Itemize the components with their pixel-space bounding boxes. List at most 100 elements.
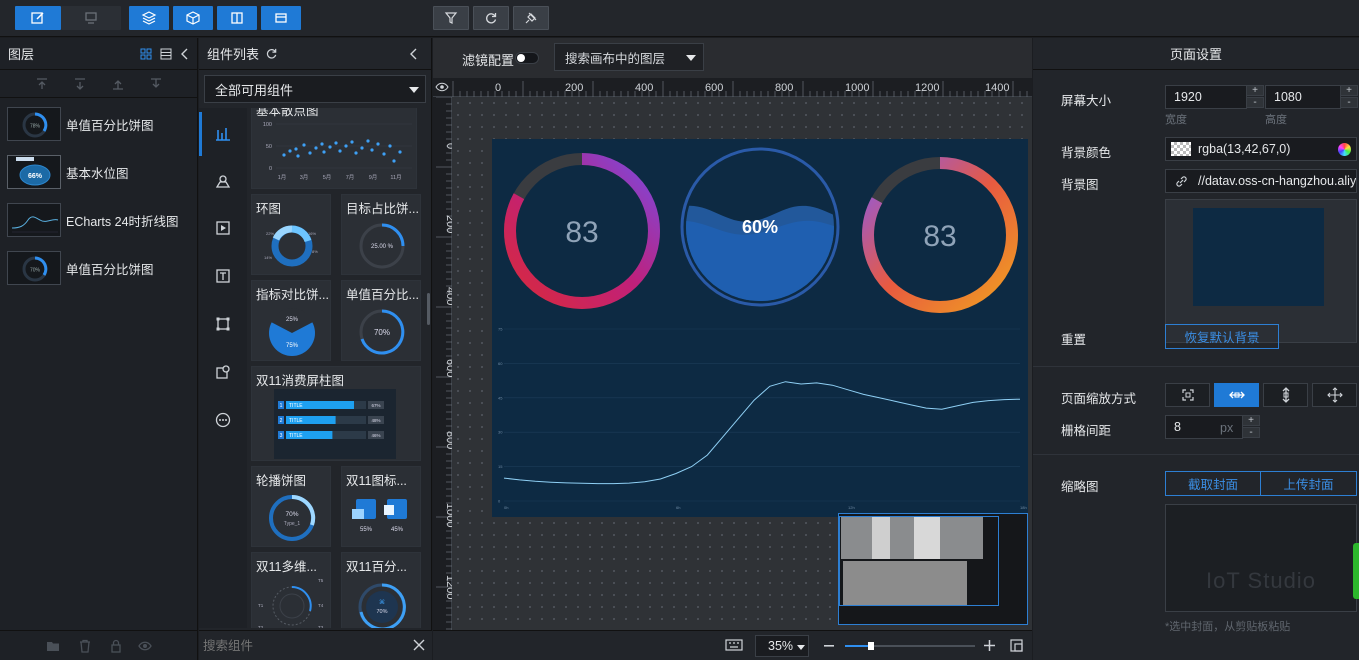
- map-category-icon[interactable]: [215, 173, 231, 189]
- component-card-carousel-pie[interactable]: 轮播饼图 70% Type_1: [251, 466, 331, 547]
- keyboard-icon[interactable]: [725, 639, 743, 652]
- svg-text:55%: 55%: [360, 527, 373, 533]
- components-toggle-button[interactable]: [173, 6, 213, 30]
- grid-view-icon[interactable]: [140, 48, 152, 60]
- filter-toggle[interactable]: [515, 52, 539, 64]
- height-input[interactable]: 1080: [1265, 85, 1341, 109]
- svg-text:Type_1: Type_1: [284, 521, 301, 527]
- height-increment[interactable]: +: [1340, 85, 1358, 96]
- lock-icon[interactable]: [109, 639, 123, 653]
- publish-button[interactable]: [513, 6, 549, 30]
- grid-spacing-input[interactable]: 8 px: [1165, 415, 1243, 439]
- layers-toggle-button[interactable]: [129, 6, 169, 30]
- bg-image-preview[interactable]: [1165, 199, 1357, 343]
- toolbox-toggle-button[interactable]: [261, 6, 301, 30]
- cover-thumbnail-area[interactable]: IoT Studio: [1165, 504, 1357, 612]
- eye-icon[interactable]: [138, 639, 152, 653]
- ruler-tick-label: 1400: [985, 82, 1009, 94]
- refresh-button[interactable]: [473, 6, 509, 30]
- scale-height-button[interactable]: [1263, 383, 1308, 407]
- component-filter-select[interactable]: 全部可用组件: [204, 75, 426, 103]
- svg-text:T5: T5: [318, 578, 324, 583]
- component-list-scrollbar[interactable]: [427, 293, 430, 325]
- shape-category-icon[interactable]: [215, 316, 231, 332]
- svg-text:48%: 48%: [371, 418, 380, 423]
- line-chart[interactable]: 75 60 45 30 15 00h 6h 12h 18h: [498, 327, 1027, 511]
- layers-icon: [141, 11, 157, 25]
- width-input[interactable]: 1920: [1165, 85, 1247, 109]
- component-search-input[interactable]: [203, 635, 403, 657]
- grid-unit: px: [1220, 421, 1234, 435]
- chevron-down-icon: [686, 55, 696, 61]
- height-decrement[interactable]: -: [1340, 97, 1358, 108]
- collapse-icon[interactable]: [180, 48, 190, 60]
- preview-mode-button[interactable]: [61, 6, 121, 30]
- zoom-select[interactable]: 35%: [755, 635, 809, 657]
- scale-width-button[interactable]: [1214, 383, 1259, 407]
- upload-cover-button[interactable]: 上传封面: [1260, 471, 1357, 496]
- component-card-ring[interactable]: 环图 22% 16% 14% 8%: [251, 194, 331, 275]
- bg-image-url-input[interactable]: //datav.oss-cn-hangzhou.aliyu: [1165, 169, 1357, 193]
- zoom-out-icon[interactable]: [824, 645, 834, 647]
- layer-item[interactable]: ECharts 24时折线图: [0, 198, 198, 242]
- zoom-in-icon[interactable]: [984, 640, 995, 651]
- capture-cover-button[interactable]: 截取封面: [1165, 471, 1261, 496]
- zoom-slider[interactable]: [845, 642, 975, 650]
- gauge-left[interactable]: 83: [504, 153, 660, 309]
- svg-text:70%: 70%: [374, 328, 390, 337]
- filter-button[interactable]: [433, 6, 469, 30]
- width-increment[interactable]: +: [1246, 85, 1264, 96]
- move-up-icon[interactable]: [111, 77, 125, 91]
- scale-full-button[interactable]: [1312, 383, 1357, 407]
- component-card-double11-multi[interactable]: 双11多维... T5 T1 T4 T2 T3: [251, 552, 331, 628]
- edit-mode-button[interactable]: [15, 6, 61, 30]
- component-card-double11-percent[interactable]: 双11百分... ⌘ 70%: [341, 552, 421, 628]
- percent-preview: ⌘ 70%: [358, 583, 406, 628]
- color-picker-icon[interactable]: [1338, 143, 1351, 156]
- move-top-icon[interactable]: [35, 77, 49, 91]
- layer-search-select[interactable]: 搜索画布中的图层: [554, 43, 704, 71]
- side-tab[interactable]: [1353, 543, 1359, 599]
- layer-item[interactable]: 70% 单值百分比饼图: [0, 246, 198, 290]
- refresh-icon[interactable]: [265, 47, 278, 60]
- component-card-compare-pie[interactable]: 指标对比饼... 25% 75%: [251, 280, 331, 361]
- canvas-grid[interactable]: 83 60% 83 75 60 45 30 15 0 0h 6h 12h 18h: [452, 97, 1032, 630]
- reset-background-button[interactable]: 恢复默认背景: [1165, 324, 1279, 349]
- gauge-right[interactable]: 83: [862, 157, 1018, 313]
- move-bottom-icon[interactable]: [73, 77, 87, 91]
- minimap-viewport[interactable]: [839, 516, 999, 606]
- screen-artboard[interactable]: 83 60% 83 75 60 45 30 15 0 0h 6h 12h 18h: [492, 139, 1028, 517]
- fit-screen-icon[interactable]: [1010, 639, 1023, 652]
- ruler-tick-label: 800: [444, 431, 452, 449]
- svg-text:T3: T3: [318, 625, 324, 628]
- list-view-icon[interactable]: [160, 48, 172, 60]
- minimap[interactable]: [838, 513, 1028, 625]
- component-card-double11-icon[interactable]: 双11图标... 55% 45%: [341, 466, 421, 547]
- grid-increment[interactable]: +: [1242, 415, 1260, 426]
- folder-icon[interactable]: [46, 639, 60, 653]
- component-card-single-value[interactable]: 单值百分比... 70%: [341, 280, 421, 361]
- component-card-double11-bar[interactable]: 双11消费屏柱图 1 TITLE 67% 2 TITLE 48% 3 TITLE 46%: [251, 366, 421, 461]
- media-category-icon[interactable]: [215, 220, 231, 236]
- control-category-icon[interactable]: [215, 364, 231, 380]
- component-card-scatter[interactable]: 基本散点图 100 50 0 1月 3月 5月 7月 9月 11月: [251, 108, 417, 189]
- color-swatch[interactable]: [1171, 142, 1191, 156]
- bg-color-input[interactable]: rgba(13,42,67,0): [1165, 137, 1357, 161]
- layer-item[interactable]: 78% 单值百分比饼图: [0, 102, 198, 146]
- width-decrement[interactable]: -: [1246, 97, 1264, 108]
- chart-category-icon[interactable]: [215, 126, 231, 142]
- scale-fit-button[interactable]: [1165, 383, 1210, 407]
- grid-decrement[interactable]: -: [1242, 427, 1260, 438]
- text-category-icon[interactable]: [215, 268, 231, 284]
- close-icon[interactable]: [413, 639, 425, 651]
- trash-icon[interactable]: [78, 639, 92, 653]
- move-down-icon[interactable]: [149, 77, 163, 91]
- eye-toggle-icon[interactable]: [435, 81, 449, 93]
- collapse-icon[interactable]: [409, 48, 419, 60]
- icon-preview: 55% 45%: [352, 499, 407, 533]
- water-gauge[interactable]: 60%: [680, 147, 840, 309]
- layer-item[interactable]: 66% 基本水位图: [0, 150, 198, 194]
- component-card-target-ratio[interactable]: 目标占比饼... 25.00 %: [341, 194, 421, 275]
- more-category-icon[interactable]: [215, 412, 231, 428]
- config-toggle-button[interactable]: [217, 6, 257, 30]
